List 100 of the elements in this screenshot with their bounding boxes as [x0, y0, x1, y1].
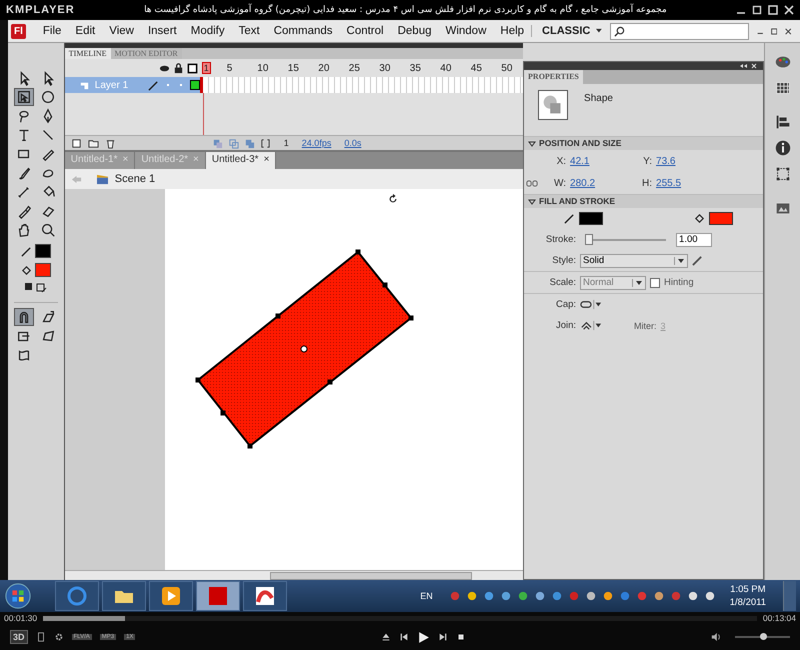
menu-item[interactable]: Commands	[266, 25, 340, 37]
swatches-icon[interactable]	[774, 79, 792, 97]
frame-number: 35	[410, 62, 422, 74]
cap-dropdown-icon[interactable]	[580, 299, 602, 310]
panel-tab[interactable]: PROPERTIES	[524, 70, 583, 84]
tray-icon[interactable]	[484, 591, 494, 601]
document-tab[interactable]: Untitled-3* ×	[206, 152, 276, 169]
frame-number: 5	[226, 62, 234, 74]
scene-name[interactable]: Scene 1	[114, 173, 156, 185]
transform-icon[interactable]	[774, 165, 792, 183]
browser-taskbar-button[interactable]	[55, 581, 99, 611]
elapsed-time[interactable]: 0.0s	[344, 138, 362, 148]
outline-icon[interactable]	[186, 62, 198, 74]
info-icon[interactable]	[774, 139, 792, 157]
tray-icon[interactable]	[466, 591, 477, 601]
media-taskbar-button[interactable]	[149, 581, 193, 611]
menu-item[interactable]: Text	[232, 25, 267, 37]
total-time: 00:13:04	[762, 613, 796, 623]
link-icon[interactable]	[526, 178, 538, 188]
volume-icon[interactable]	[711, 632, 721, 642]
section-header[interactable]: POSITION AND SIZE	[524, 136, 764, 150]
horizontal-scrollbar[interactable]	[64, 570, 524, 580]
miter-value: 3	[660, 320, 666, 330]
lock-icon[interactable]	[172, 62, 184, 74]
folder-taskbar-button[interactable]	[102, 581, 146, 611]
tray-icon[interactable]	[602, 591, 613, 601]
3d-button[interactable]: 3D	[10, 630, 28, 644]
frame-number: 45	[470, 62, 483, 74]
menu-item[interactable]: Edit	[68, 25, 102, 37]
search-field[interactable]	[610, 22, 749, 40]
checkbox[interactable]	[650, 278, 660, 288]
clock-time[interactable]: 1:05 PM	[730, 583, 766, 596]
clock-date[interactable]: 1/8/2011	[730, 596, 766, 609]
field-label: Cap:	[554, 299, 576, 310]
frame-rate[interactable]: 24.0fps	[302, 138, 332, 148]
menu-item[interactable]: Window	[438, 25, 494, 37]
panel-tab[interactable]: TIMELINE	[64, 48, 111, 59]
transform-tool-icon[interactable]	[14, 88, 34, 106]
caret-icon[interactable]	[596, 28, 602, 34]
settings-icon[interactable]	[54, 632, 64, 642]
tray-icon[interactable]	[704, 591, 715, 601]
frame-number: 25	[348, 62, 361, 74]
media-icon	[159, 584, 183, 608]
play-icon[interactable]	[416, 630, 430, 644]
player-logo: KMPLAYER	[6, 4, 75, 16]
playlist-icon[interactable]	[36, 632, 46, 642]
align-icon[interactable]	[774, 113, 792, 131]
tray-icon[interactable]	[688, 591, 698, 601]
workspace-dropdown[interactable]: CLASSIC	[531, 25, 590, 37]
tray-icon[interactable]	[534, 591, 545, 601]
panel-controls-icon[interactable]	[739, 63, 760, 69]
fill-color-swatch[interactable]	[709, 212, 734, 225]
trash-icon[interactable]	[104, 138, 116, 148]
flash-icon	[206, 584, 230, 608]
join-dropdown-icon[interactable]	[580, 320, 602, 331]
stroke-color-swatch[interactable]	[579, 212, 604, 225]
start-button[interactable]	[4, 582, 32, 610]
hot-text-value[interactable]: 255.5	[656, 178, 696, 188]
previous-icon[interactable]	[398, 632, 409, 642]
eject-icon[interactable]	[380, 632, 391, 642]
menu-item[interactable]: Help	[493, 25, 532, 37]
stop-icon[interactable]	[456, 632, 466, 642]
magnet-option-icon[interactable]	[14, 308, 34, 326]
hot-text-value[interactable]: 280.2	[570, 178, 610, 188]
markers-icon[interactable]	[260, 138, 271, 148]
style-dropdown[interactable]: Solid	[580, 254, 688, 268]
restore-icon[interactable]	[752, 5, 762, 15]
hot-text-value[interactable]: 42.1	[570, 156, 610, 166]
menu-item[interactable]: Modify	[184, 25, 232, 37]
tray-icon[interactable]	[518, 591, 528, 601]
language-indicator[interactable]: EN	[420, 591, 433, 601]
swap-colors-icon[interactable]	[24, 282, 48, 294]
fill-color-swatch[interactable]	[34, 263, 51, 277]
menu-item[interactable]: Insert	[140, 25, 184, 37]
menu-item[interactable]: Debug	[390, 25, 438, 37]
pencil-icon[interactable]	[692, 255, 704, 266]
seek-bar[interactable]	[43, 616, 757, 620]
stroke-color-swatch[interactable]	[34, 244, 51, 258]
hot-text-value[interactable]: 73.6	[656, 156, 696, 166]
stroke-input[interactable]: 1.00	[676, 232, 712, 246]
tray-icon[interactable]	[500, 591, 511, 601]
maximize-icon[interactable]	[771, 26, 778, 36]
menu-item[interactable]: View	[102, 25, 141, 37]
menu-item[interactable]: File	[36, 25, 68, 37]
browser-icon	[65, 584, 89, 608]
pencil-icon	[564, 213, 576, 224]
next-icon[interactable]	[438, 632, 448, 642]
menu-item[interactable]: Control	[340, 25, 391, 37]
tray-icon[interactable]	[654, 591, 664, 601]
player-taskbar-button[interactable]	[243, 581, 287, 611]
new-layer-icon[interactable]	[70, 138, 82, 148]
slider-thumb[interactable]	[584, 234, 593, 244]
section-header[interactable]: FILL AND STROKE	[524, 194, 764, 208]
field-label: Style:	[551, 255, 576, 266]
field-label: Y:	[642, 156, 652, 166]
frame-cells[interactable]	[200, 77, 524, 93]
close-icon[interactable]	[785, 26, 792, 36]
field-label: Scale:	[548, 277, 576, 288]
field-label: Join:	[554, 320, 576, 331]
tray-icon[interactable]	[586, 591, 596, 601]
